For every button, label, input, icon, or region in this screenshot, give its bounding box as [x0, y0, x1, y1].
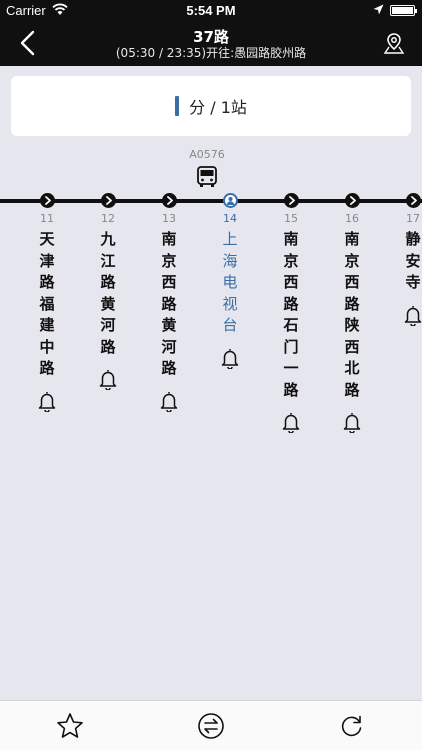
stop-marker-icon: [284, 193, 299, 208]
stop-marker-icon: [101, 193, 116, 208]
stop-name: 天津路福建中路: [39, 230, 55, 377]
bus-plate: A0576: [189, 148, 225, 161]
swap-direction-icon[interactable]: [196, 711, 226, 741]
stop-number: 15: [284, 212, 298, 225]
clock: 5:54 PM: [186, 3, 236, 18]
stop-number: 11: [40, 212, 54, 225]
stop-name: 静安寺: [405, 230, 421, 291]
bell-icon[interactable]: [37, 390, 57, 412]
bell-icon[interactable]: [159, 390, 179, 412]
stop-marker-icon: [406, 193, 421, 208]
stop-marker-icon: [162, 193, 177, 208]
stop-name: 南京西路黄河路: [161, 230, 177, 377]
stop-name: 南京西路陕西北路: [344, 230, 360, 399]
location-arrow-icon: [373, 4, 384, 15]
map-pin-icon[interactable]: [383, 31, 405, 55]
battery-icon: [390, 5, 417, 16]
stop-number: 13: [162, 212, 176, 225]
stop-name: 上海电视台: [222, 230, 238, 334]
bell-icon[interactable]: [281, 411, 301, 433]
stop-number: 17: [406, 212, 420, 225]
star-icon[interactable]: [55, 711, 85, 741]
stop-marker-icon: [345, 193, 360, 208]
arrival-text: 分 / 1站: [189, 98, 247, 117]
bell-icon[interactable]: [342, 411, 362, 433]
stop-marker-icon: [40, 193, 55, 208]
stop-number: 12: [101, 212, 115, 225]
nav-bar: Carrier 5:54 PM 37路 (05:30 / 23:35)开往:愚园…: [0, 0, 422, 66]
bell-icon[interactable]: [98, 368, 118, 390]
stop-name: 九江路黄河路: [100, 230, 116, 356]
status-bar: Carrier 5:54 PM: [0, 0, 422, 22]
refresh-icon[interactable]: [337, 711, 367, 741]
bell-icon[interactable]: [220, 347, 240, 369]
bus-icon: [197, 166, 217, 187]
arrival-progress-indicator: [175, 96, 180, 116]
tab-bar: [0, 700, 422, 750]
bell-icon[interactable]: [403, 304, 422, 326]
stop-name: 南京西路石门一路: [283, 230, 299, 399]
arrival-card: 分 / 1站: [11, 76, 411, 136]
stop-number: 16: [345, 212, 359, 225]
current-stop-marker-icon: [223, 193, 238, 208]
route-subtitle: (05:30 / 23:35)开往:愚园路胶州路: [115, 46, 307, 60]
stop-number: 14: [223, 212, 237, 225]
